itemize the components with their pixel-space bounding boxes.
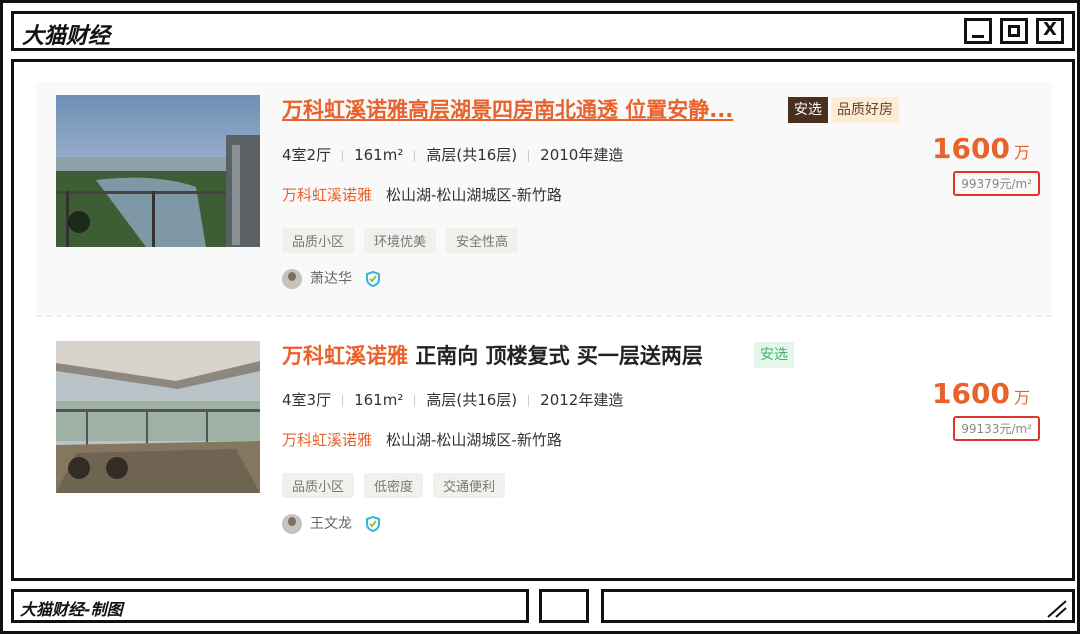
location-link[interactable]: 松山湖-松山湖城区-新竹路 bbox=[386, 431, 562, 449]
listing-panel: 万科虹溪诺雅高层湖景四房南北通透 位置安静... 安选 品质好房 4室2厅 161… bbox=[11, 59, 1075, 581]
listing-photo-rooftop[interactable] bbox=[56, 341, 260, 493]
total-price: 1600 万 bbox=[932, 132, 1030, 165]
gallery-icon bbox=[68, 211, 90, 233]
listing-title-link[interactable]: 万科虹溪诺雅 正南向 顶楼复式 买一层送两层 bbox=[282, 340, 703, 370]
footer-status-box bbox=[601, 589, 1075, 623]
floor: 高层(共16层) bbox=[426, 391, 518, 409]
tag: 安全性高 bbox=[446, 228, 519, 253]
footer-small-box bbox=[539, 589, 589, 623]
badge-quality: 品质好房 bbox=[831, 97, 899, 123]
agent-name: 萧达华 bbox=[310, 271, 352, 287]
price-unit: 万 bbox=[1013, 143, 1030, 162]
agent-name: 王文龙 bbox=[310, 516, 352, 532]
unit-price: 99133元/m² bbox=[953, 416, 1040, 441]
agent-info[interactable]: 王文龙 bbox=[282, 513, 381, 534]
play-video-icon[interactable] bbox=[68, 457, 90, 479]
badge-anxuan: 安选 bbox=[754, 342, 794, 368]
listing-divider bbox=[36, 315, 1052, 317]
title-description: 正南向 顶楼复式 买一层送两层 bbox=[415, 344, 703, 368]
area: 161m² bbox=[354, 146, 404, 164]
price-value: 1600 bbox=[932, 132, 1010, 165]
house-info: 4室2厅 161m² 高层(共16层) 2010年建造 bbox=[282, 144, 623, 165]
tag: 低密度 bbox=[364, 473, 424, 498]
verified-shield-icon bbox=[366, 271, 381, 287]
close-button[interactable]: X bbox=[1036, 18, 1064, 44]
tag: 环境优美 bbox=[364, 228, 437, 253]
agent-info[interactable]: 萧达华 bbox=[282, 268, 381, 289]
minimize-button[interactable] bbox=[964, 18, 992, 44]
build-year: 2010年建造 bbox=[540, 146, 624, 164]
footer-caption-box: 大猫财经-制图 bbox=[11, 589, 529, 623]
resize-grip-icon[interactable] bbox=[1042, 598, 1068, 618]
tag: 品质小区 bbox=[282, 228, 355, 253]
unit-price: 99379元/m² bbox=[953, 171, 1040, 196]
tag-list: 品质小区 环境优美 安全性高 bbox=[282, 228, 528, 253]
community-link[interactable]: 万科虹溪诺雅 bbox=[282, 186, 372, 204]
price-unit: 万 bbox=[1013, 388, 1030, 407]
floor: 高层(共16层) bbox=[426, 146, 518, 164]
build-year: 2012年建造 bbox=[540, 391, 624, 409]
tag: 品质小区 bbox=[282, 473, 355, 498]
window-title: 大猫财经 bbox=[22, 24, 111, 49]
title-bar: 大猫财经 X bbox=[11, 11, 1075, 51]
area: 161m² bbox=[354, 391, 404, 409]
listing-photo-lake-view[interactable] bbox=[56, 95, 260, 247]
title-community: 万科虹溪诺雅 bbox=[282, 344, 408, 368]
house-info: 4室3厅 161m² 高层(共16层) 2012年建造 bbox=[282, 389, 623, 410]
listing-card[interactable]: 万科虹溪诺雅高层湖景四房南北通透 位置安静... 安选 品质好房 4室2厅 161… bbox=[36, 82, 1052, 314]
layout: 4室3厅 bbox=[282, 391, 332, 409]
location-line: 万科虹溪诺雅 松山湖-松山湖城区-新竹路 bbox=[282, 184, 562, 205]
community-link[interactable]: 万科虹溪诺雅 bbox=[282, 431, 372, 449]
maximize-button[interactable] bbox=[1000, 18, 1028, 44]
location-line: 万科虹溪诺雅 松山湖-松山湖城区-新竹路 bbox=[282, 429, 562, 450]
tag: 交通便利 bbox=[433, 473, 506, 498]
tag-list: 品质小区 低密度 交通便利 bbox=[282, 473, 515, 498]
gallery-icon bbox=[106, 457, 128, 479]
close-icon: X bbox=[1043, 19, 1057, 40]
total-price: 1600 万 bbox=[932, 377, 1030, 410]
footer-caption: 大猫财经-制图 bbox=[20, 600, 123, 619]
agent-avatar bbox=[282, 514, 302, 534]
badge-anxuan: 安选 bbox=[788, 97, 828, 123]
listing-title-link[interactable]: 万科虹溪诺雅高层湖景四房南北通透 位置安静... bbox=[282, 94, 733, 124]
window-frame: 大猫财经 X 万科虹溪诺雅高层湖景四房南北通透 位置安静... 安选 品质好房 … bbox=[0, 0, 1080, 634]
listing-card[interactable]: 万科虹溪诺雅 正南向 顶楼复式 买一层送两层 安选 4室3厅 161m² 高层(共1… bbox=[36, 327, 1052, 559]
location-link[interactable]: 松山湖-松山湖城区-新竹路 bbox=[386, 186, 562, 204]
price-value: 1600 bbox=[932, 377, 1010, 410]
layout: 4室2厅 bbox=[282, 146, 332, 164]
verified-shield-icon bbox=[366, 516, 381, 532]
agent-avatar bbox=[282, 269, 302, 289]
